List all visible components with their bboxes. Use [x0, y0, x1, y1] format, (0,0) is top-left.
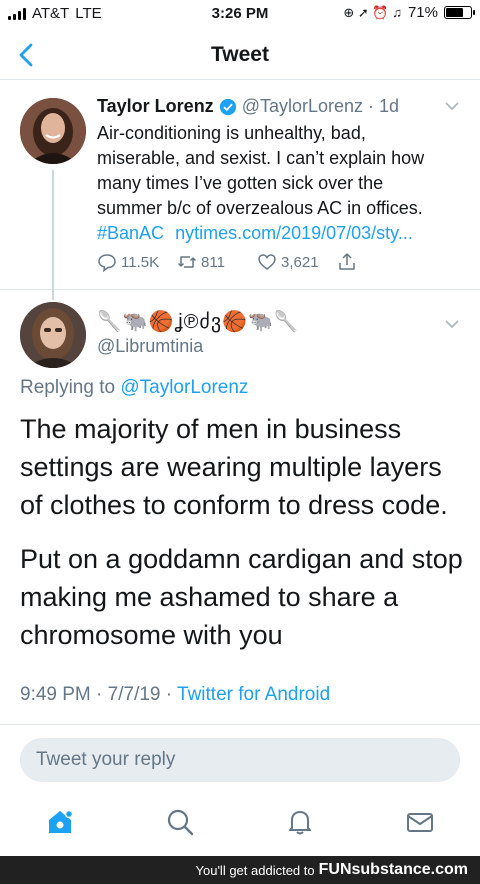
- verified-badge-icon: [219, 98, 236, 115]
- mail-icon: [407, 813, 433, 832]
- tweet-text-line: summer b/c of overzealous AC in offices.: [97, 198, 423, 218]
- reply-text-paragraph: The majority of men in business settings…: [20, 414, 448, 520]
- bell-icon: [289, 811, 311, 835]
- original-tweet[interactable]: Taylor Lorenz @TaylorLorenz · 1d Air-con…: [0, 80, 480, 300]
- heart-icon: [258, 254, 276, 270]
- tweet-text-line: Air-conditioning is unhealthy, bad,: [97, 123, 366, 143]
- reply-avatar[interactable]: [20, 302, 86, 368]
- tab-home[interactable]: [44, 806, 76, 838]
- retweet-count: 811: [201, 253, 225, 271]
- watermark-banner: You'll get addicted to FUNsubstance.com: [0, 856, 480, 884]
- replying-to-handle[interactable]: @TaylorLorenz: [120, 377, 248, 398]
- banner-text: You'll get addicted to: [195, 862, 315, 878]
- replying-to: Replying to @TaylorLorenz: [20, 377, 248, 399]
- reply-count: 11.5K: [121, 253, 160, 271]
- tweet-time: 9:49 PM: [20, 684, 91, 705]
- separator-dot: ·: [368, 96, 375, 116]
- tweet-text-line: many times I’ve gotten sick over the: [97, 173, 384, 193]
- tweet-age: 1d: [379, 96, 400, 116]
- author-handle[interactable]: @TaylorLorenz: [242, 96, 363, 117]
- tweet-source-link[interactable]: Twitter for Android: [177, 684, 330, 705]
- retweet-icon: [177, 256, 197, 268]
- search-icon: [167, 809, 194, 836]
- avatar-photo-icon: [20, 98, 86, 164]
- chevron-down-icon[interactable]: [444, 316, 460, 332]
- share-action[interactable]: [337, 252, 417, 272]
- reply-action[interactable]: 11.5K: [97, 252, 177, 272]
- battery-level: [446, 8, 464, 17]
- status-icons: ⊕ ➚ ⏰ ♫ 71%: [343, 4, 475, 21]
- page-title: Tweet: [211, 43, 269, 66]
- tweet-actions: 11.5K 811 3,621: [97, 252, 417, 272]
- chevron-down-icon[interactable]: [444, 98, 460, 114]
- retweet-action[interactable]: 811: [177, 252, 257, 272]
- like-action[interactable]: 3,621: [257, 252, 337, 272]
- battery-percent: 71%: [407, 4, 438, 21]
- share-icon: [339, 253, 355, 270]
- tweet-date: 7/7/19: [107, 684, 161, 705]
- reply-text-paragraph: Put on a goddamn cardigan and stop makin…: [20, 544, 463, 650]
- tab-bar: [0, 794, 480, 854]
- battery-icon: [444, 6, 475, 19]
- divider: [0, 724, 480, 725]
- navigation-bar: Tweet: [0, 30, 480, 80]
- tweet-header: Taylor Lorenz @TaylorLorenz · 1d: [97, 96, 399, 117]
- tweet-meta: 9:49 PM · 7/7/19 · Twitter for Android: [20, 684, 331, 705]
- tweet-text: Air-conditioning is unhealthy, bad, mise…: [97, 121, 467, 246]
- tweet-text-line: miserable, and sexist. I can’t explain h…: [97, 148, 425, 168]
- tab-notifications[interactable]: [284, 806, 316, 838]
- reply-author-name[interactable]: 🥄🐃🏀ʝ℗ძვ🏀🐃🥄: [97, 309, 300, 334]
- avatar-photo-icon: [20, 302, 86, 368]
- avatar[interactable]: [20, 98, 86, 164]
- system-icons: ⊕ ➚ ⏰ ♫: [343, 4, 402, 20]
- author-name[interactable]: Taylor Lorenz: [97, 96, 214, 117]
- home-icon: [49, 809, 74, 833]
- thread-connector: [52, 170, 54, 300]
- like-count: 3,621: [281, 253, 319, 271]
- hashtag-link[interactable]: #BanAC: [97, 223, 164, 243]
- article-link[interactable]: nytimes.com/2019/07/03/sty...: [175, 223, 413, 243]
- reply-icon: [98, 254, 116, 272]
- banner-brand: FUNsubstance.com: [318, 861, 468, 878]
- status-bar: AT&T LTE 3:26 PM ⊕ ➚ ⏰ ♫ 71%: [0, 0, 480, 30]
- tab-messages[interactable]: [404, 806, 436, 838]
- replying-prefix: Replying to: [20, 377, 116, 398]
- reply-composer-input[interactable]: Tweet your reply: [20, 738, 460, 782]
- tab-search[interactable]: [164, 806, 196, 838]
- reply-author-handle[interactable]: @Librumtinia: [97, 336, 203, 357]
